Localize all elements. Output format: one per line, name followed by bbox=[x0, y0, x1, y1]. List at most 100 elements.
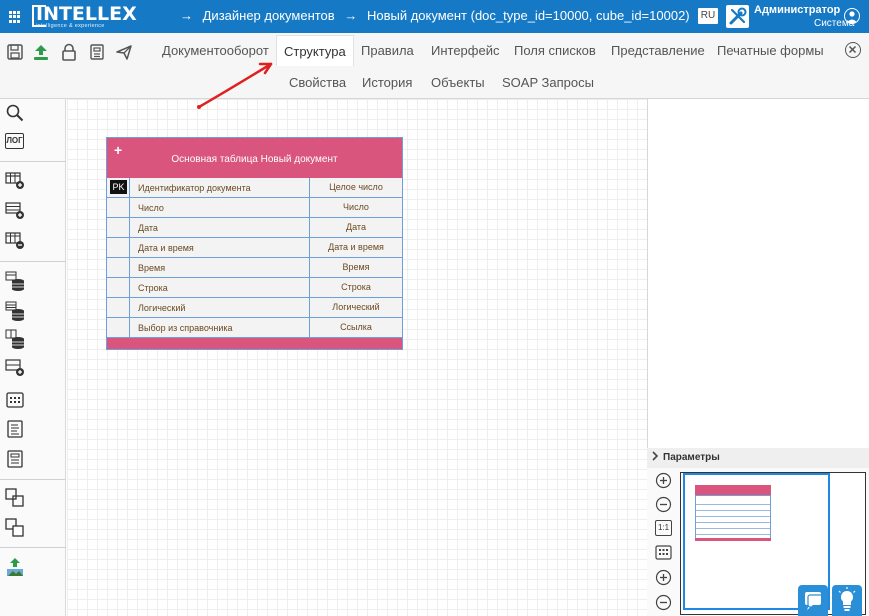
field-key-cell bbox=[107, 238, 130, 257]
language-selector[interactable]: RU bbox=[698, 8, 718, 24]
apps-grid-icon[interactable] bbox=[9, 11, 21, 23]
field-name: Время bbox=[138, 263, 166, 273]
intellex-logo[interactable]: INTELLEX intelligence & experience bbox=[32, 3, 137, 30]
tab-view[interactable]: Представление bbox=[611, 35, 705, 66]
primary-key-badge: PK bbox=[110, 180, 127, 194]
user-name[interactable]: Администратор bbox=[754, 4, 840, 16]
tab-list-fields[interactable]: Поля списков bbox=[514, 35, 596, 66]
tab-workflow[interactable]: Документооборот bbox=[162, 35, 269, 66]
field-name: Идентификатор документа bbox=[138, 183, 251, 193]
entity-field-row[interactable]: Число Число bbox=[107, 198, 402, 218]
field-name: Выбор из справочника bbox=[138, 323, 233, 333]
field-key-cell bbox=[107, 318, 130, 337]
entity-field-row[interactable]: Время Время bbox=[107, 258, 402, 278]
search-icon[interactable] bbox=[5, 103, 25, 123]
chat-icon bbox=[805, 592, 825, 610]
zoom-reset-button[interactable]: 1:1 bbox=[655, 520, 672, 536]
tab-properties[interactable]: Свойства bbox=[289, 67, 346, 98]
tab-history[interactable]: История bbox=[362, 67, 412, 98]
remove-table-icon[interactable] bbox=[5, 231, 25, 251]
breadcrumb-arrow: → bbox=[344, 8, 358, 23]
bring-front-icon[interactable] bbox=[5, 488, 25, 508]
add-table-icon[interactable] bbox=[5, 171, 25, 191]
logo-tagline: intelligence & experience bbox=[36, 23, 105, 29]
field-type: Дата и время bbox=[309, 238, 402, 257]
log-button[interactable]: ЛОГ bbox=[5, 133, 24, 149]
field-key-cell bbox=[107, 298, 130, 317]
database-link-icon[interactable] bbox=[5, 301, 25, 321]
grid-icon[interactable] bbox=[5, 390, 25, 410]
entity-field-row[interactable]: Строка Строка bbox=[107, 278, 402, 298]
close-icon[interactable] bbox=[845, 42, 861, 58]
tab-soap-requests[interactable]: SOAP Запросы bbox=[502, 67, 594, 98]
admin-tools-icon[interactable] bbox=[726, 5, 749, 28]
field-type: Дата bbox=[309, 218, 402, 237]
field-name: Логический bbox=[138, 303, 186, 313]
zoom-in-icon[interactable] bbox=[655, 472, 672, 489]
field-name: Дата bbox=[138, 223, 158, 233]
properties-area bbox=[647, 99, 869, 448]
save-icon[interactable] bbox=[6, 43, 24, 61]
zoom-out-icon[interactable] bbox=[655, 496, 672, 513]
entity-footer bbox=[107, 338, 402, 349]
template-icon[interactable] bbox=[88, 43, 106, 61]
entity-field-row[interactable]: Выбор из справочника Ссылка bbox=[107, 318, 402, 338]
main-table-entity[interactable]: + Основная таблица Новый документ PK Иден… bbox=[106, 137, 403, 350]
database-import-icon[interactable] bbox=[5, 329, 25, 349]
export-image-icon[interactable] bbox=[5, 557, 25, 577]
entity-header: + Основная таблица Новый документ bbox=[107, 138, 402, 178]
zoom-in-icon[interactable] bbox=[655, 569, 672, 586]
tab-rules[interactable]: Правила bbox=[361, 35, 414, 66]
field-type: Логический bbox=[309, 298, 402, 317]
breadcrumb: → Дизайнер документов → Новый документ (… bbox=[180, 8, 696, 23]
field-type: Ссылка bbox=[309, 318, 402, 337]
field-key-cell bbox=[107, 218, 130, 237]
send-icon[interactable] bbox=[115, 43, 133, 61]
text-list-icon[interactable] bbox=[5, 419, 25, 439]
right-panel: Параметры 1:1 bbox=[647, 99, 869, 616]
chat-button[interactable] bbox=[798, 585, 828, 616]
tab-interface[interactable]: Интерфейс bbox=[431, 35, 499, 66]
form-icon[interactable] bbox=[5, 449, 25, 469]
breadcrumb-arrow: → bbox=[180, 8, 193, 23]
entity-field-row[interactable]: Логический Логический bbox=[107, 298, 402, 318]
field-key-cell: PK bbox=[107, 178, 130, 197]
field-type: Число bbox=[309, 198, 402, 217]
breadcrumb-new-document: Новый документ (doc_type_id=10000, cube_… bbox=[366, 8, 690, 23]
logo-text: INTELLEX bbox=[36, 3, 137, 25]
toolbar: Документооборот Структура Правила Интерф… bbox=[0, 33, 869, 99]
field-type: Время bbox=[309, 258, 402, 277]
field-type: Целое число bbox=[309, 178, 402, 197]
user-avatar-icon[interactable] bbox=[844, 8, 860, 24]
lightbulb-icon bbox=[838, 587, 856, 611]
chevron-right-icon bbox=[652, 451, 659, 461]
field-key-cell bbox=[107, 198, 130, 217]
tab-objects[interactable]: Объекты bbox=[431, 67, 485, 98]
upload-icon[interactable] bbox=[32, 43, 50, 61]
field-name: Число bbox=[138, 203, 164, 213]
lock-icon[interactable] bbox=[60, 43, 78, 61]
database-table-icon[interactable] bbox=[5, 271, 25, 291]
entity-title: Основная таблица Новый документ bbox=[171, 154, 338, 165]
field-name: Строка bbox=[138, 283, 168, 293]
left-toolbar: ЛОГ bbox=[0, 99, 66, 616]
fit-grid-icon[interactable] bbox=[655, 544, 672, 561]
entity-field-row[interactable]: Дата Дата bbox=[107, 218, 402, 238]
zoom-out-icon[interactable] bbox=[655, 594, 672, 611]
parameters-label: Параметры bbox=[663, 452, 720, 463]
field-key-cell bbox=[107, 278, 130, 297]
add-field-icon[interactable] bbox=[5, 358, 25, 378]
breadcrumb-document-designer[interactable]: Дизайнер документов bbox=[203, 8, 335, 23]
parameters-header[interactable]: Параметры bbox=[647, 448, 869, 468]
tab-print-forms[interactable]: Печатные формы bbox=[717, 35, 824, 66]
tips-button[interactable] bbox=[832, 585, 862, 616]
add-row-icon[interactable] bbox=[5, 201, 25, 221]
field-name: Дата и время bbox=[138, 243, 194, 253]
field-type: Строка bbox=[309, 278, 402, 297]
top-header: INTELLEX intelligence & experience → Диз… bbox=[0, 0, 869, 33]
tab-structure[interactable]: Структура bbox=[276, 35, 354, 66]
send-back-icon[interactable] bbox=[5, 518, 25, 538]
entity-field-row[interactable]: Дата и время Дата и время bbox=[107, 238, 402, 258]
zoom-tools: 1:1 bbox=[647, 468, 680, 616]
entity-field-row[interactable]: PK Идентификатор документа Целое число bbox=[107, 178, 402, 198]
